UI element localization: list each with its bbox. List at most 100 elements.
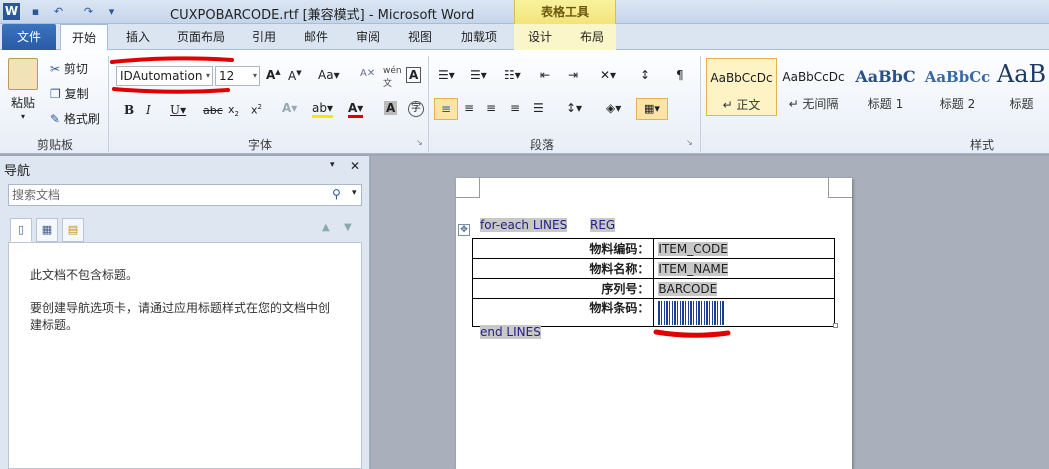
chinese-layout-icon[interactable]: ✕▾ [600, 68, 616, 82]
tab-references[interactable]: 引用 [246, 24, 282, 50]
tab-review[interactable]: 审阅 [350, 24, 386, 50]
justify-icon[interactable]: ≡ [510, 101, 520, 115]
character-border-icon[interactable]: A [406, 67, 422, 83]
italic-icon[interactable]: I [146, 103, 151, 117]
tab-insert[interactable]: 插入 [118, 24, 158, 50]
copy-button[interactable]: ❐ 复制 [50, 85, 89, 102]
word-app-icon[interactable]: W [3, 3, 20, 20]
save-icon[interactable]: ▪ [27, 3, 44, 20]
align-left-button[interactable]: ≡ [434, 98, 458, 120]
tab-layout[interactable]: 布局 [572, 24, 612, 50]
text-effects-icon[interactable]: A▾ [282, 101, 297, 115]
table-cell-value[interactable]: ITEM_NAME [653, 258, 835, 279]
highlight-color-icon[interactable]: ab▾ [312, 101, 333, 118]
for-each-field[interactable]: for-each LINES [480, 218, 568, 232]
group-divider [108, 56, 109, 152]
previous-heading-icon[interactable]: ▲ [322, 222, 330, 233]
nav-search-input[interactable]: 搜索文档 [8, 184, 362, 206]
red-annotation-underline [653, 329, 731, 338]
search-options-icon[interactable]: ▾ [352, 188, 357, 198]
scissors-icon: ✂ [50, 62, 61, 76]
shrink-font-icon[interactable]: A▼ [288, 69, 302, 83]
clipboard-group-label: 剪贴板 [36, 138, 73, 152]
paste-dropdown-icon[interactable]: ▾ [21, 112, 25, 121]
style-heading-1[interactable]: AaBbC 标题 1 [850, 58, 921, 116]
document-table[interactable]: 物料编码： ITEM_CODE 物料名称： ITEM_NAME 序列号： BAR… [471, 238, 835, 327]
search-icon[interactable]: ⚲ [332, 187, 341, 201]
font-color-icon[interactable]: A▾ [348, 101, 364, 118]
enclose-character-icon[interactable]: 字 [408, 101, 424, 117]
show-marks-icon[interactable]: ¶ [676, 68, 684, 82]
redo-icon[interactable]: ↷ [80, 3, 97, 20]
table-row: 物料名称： ITEM_NAME [471, 258, 835, 279]
group-divider [700, 56, 701, 152]
pages-grid-icon: ▦ [41, 223, 53, 236]
decrease-indent-icon[interactable]: ⇤ [540, 68, 550, 82]
chevron-down-icon[interactable]: ▾ [253, 67, 257, 85]
sort-icon[interactable]: ↕ [640, 68, 650, 82]
paragraph-dialog-launcher-icon[interactable]: ↘ [686, 138, 693, 147]
align-right-icon[interactable]: ≡ [486, 101, 496, 115]
shading-icon[interactable]: ◈▾ [606, 101, 621, 115]
tab-design[interactable]: 设计 [520, 24, 560, 50]
increase-indent-icon[interactable]: ⇥ [568, 68, 578, 82]
character-shading-icon[interactable]: A [384, 101, 398, 115]
customize-qat-icon[interactable]: ▾ [103, 3, 120, 20]
phonetic-guide-icon[interactable]: wén 文 [383, 66, 402, 89]
underline-icon[interactable]: U▾ [170, 103, 186, 117]
align-left-icon: ≡ [440, 102, 452, 116]
change-case-icon[interactable]: Aa▾ [318, 68, 340, 82]
tab-mailings[interactable]: 邮件 [298, 24, 334, 50]
next-heading-icon[interactable]: ▼ [344, 222, 352, 233]
table-row: 物料编码： ITEM_CODE [471, 238, 835, 259]
strikethrough-icon[interactable]: abc [203, 104, 223, 117]
table-cell-value[interactable]: ITEM_CODE [653, 238, 835, 259]
nav-tab-headings[interactable]: ▯ [10, 218, 32, 242]
table-move-handle-icon[interactable]: ✥ [458, 224, 470, 236]
nav-tab-results[interactable]: ▤ [62, 218, 84, 242]
numbering-icon[interactable]: ☰▾ [470, 68, 487, 82]
bullets-icon[interactable]: ☰▾ [438, 68, 455, 82]
table-tools-header: 表格工具 [514, 0, 616, 24]
end-field[interactable]: end LINES [480, 325, 541, 339]
close-icon[interactable]: ✕ [350, 159, 360, 173]
nav-tab-pages[interactable]: ▦ [36, 218, 58, 242]
nav-pane-menu-icon[interactable]: ▾ [330, 160, 335, 170]
table-row: 序列号： BARCODE [471, 278, 835, 299]
table-cell-label[interactable]: 物料名称： [471, 258, 655, 279]
paste-icon[interactable] [8, 58, 38, 90]
style-normal[interactable]: AaBbCcDc ↵ 正文 [706, 58, 777, 116]
table-cell-value[interactable]: BARCODE [653, 278, 835, 299]
reg-field[interactable]: REG [590, 218, 616, 232]
red-annotation-underline [110, 56, 234, 94]
tab-view[interactable]: 视图 [402, 24, 438, 50]
table-resize-handle[interactable] [833, 323, 838, 328]
group-divider [428, 56, 429, 152]
table-cell-label[interactable]: 序列号： [471, 278, 655, 299]
bold-icon[interactable]: B [124, 103, 134, 117]
table-cell-value[interactable] [653, 298, 835, 327]
style-no-spacing[interactable]: AaBbCcDc ↵ 无间隔 [778, 58, 849, 116]
tab-file[interactable]: 文件 [2, 24, 56, 50]
superscript-icon[interactable]: x2 [251, 103, 262, 117]
tab-home[interactable]: 开始 [60, 24, 108, 51]
clear-formatting-icon[interactable]: A✕ [360, 68, 375, 79]
align-center-icon[interactable]: ≡ [464, 101, 474, 115]
cut-button[interactable]: ✂ 剪切 [50, 60, 88, 77]
grow-font-icon[interactable]: A▲ [266, 68, 281, 82]
font-dialog-launcher-icon[interactable]: ↘ [416, 138, 423, 147]
borders-icon[interactable]: ▦▾ [636, 98, 668, 120]
undo-icon[interactable]: ↶ [50, 3, 67, 20]
subscript-icon[interactable]: x2 [228, 103, 239, 118]
table-cell-label[interactable]: 物料编码： [471, 238, 655, 259]
table-cell-label[interactable]: 物料条码： [471, 298, 655, 327]
paste-button[interactable]: 粘贴 [11, 94, 35, 111]
line-spacing-icon[interactable]: ↕▾ [566, 101, 582, 115]
distributed-icon[interactable]: ☰ [533, 101, 544, 115]
style-title[interactable]: AaB 标题 [994, 58, 1049, 116]
tab-page-layout[interactable]: 页面布局 [170, 24, 232, 50]
tab-addins[interactable]: 加载项 [454, 24, 504, 50]
format-painter-button[interactable]: ✎ 格式刷 [50, 110, 100, 127]
multilevel-list-icon[interactable]: ☷▾ [504, 68, 521, 82]
style-heading-2[interactable]: AaBbCc 标题 2 [922, 58, 993, 116]
